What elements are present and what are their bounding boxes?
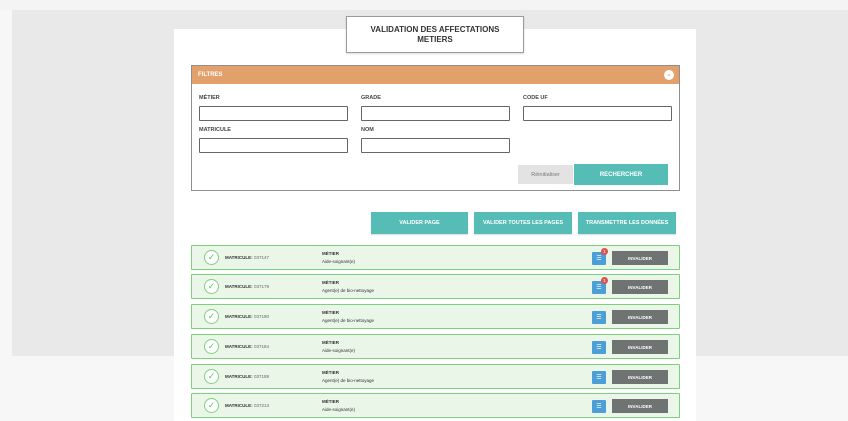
invalidate-button[interactable]: INVALIDER [612,280,668,294]
metier-value: Agent(e) de bio-nettoyage [322,318,375,323]
metier-value: Aide-soignant(e) [322,348,356,353]
top-band [0,0,848,10]
validate-page-button[interactable]: VALIDER PAGE [371,212,468,234]
list-item: ✓ MATRICULE: 037180 MÉTIER Agent(e) de b… [191,304,680,329]
list-item: ✓ MATRICULE: 037213 MÉTIER Aide-soignant… [191,393,680,418]
comment-icon[interactable]: ☰ [592,341,606,354]
matricule-input[interactable] [199,138,348,153]
check-circle-icon: ✓ [204,398,219,413]
grade-label: GRADE [361,95,381,101]
page-title: VALIDATION DES AFFECTATIONS METIERS [346,16,524,53]
matricule-label: MATRICULE: [225,314,253,319]
matricule-value: 037180 [253,314,269,319]
metier-label: MÉTIER [322,280,340,285]
check-circle-icon: ✓ [204,250,219,265]
matricule-value: 037189 [253,374,269,379]
grade-input[interactable] [361,106,510,121]
comment-icon[interactable]: ☰ [592,311,606,324]
comment-icon[interactable]: ☰ [592,371,606,384]
filters-title: FILTRES [198,72,223,78]
matricule-value: 037147 [253,255,269,260]
metier-label: MÉTIER [322,310,340,315]
matricule-label: MATRICULE: [225,344,253,349]
search-button[interactable]: RECHERCHER [574,164,668,185]
matricule-value: 037213 [253,403,269,408]
metier-value: Agent(e) de bio-nettoyage [322,288,375,293]
notification-badge: 1 [601,277,608,284]
nom-input[interactable] [361,138,510,153]
nom-label: NOM [361,127,374,133]
list-item: ✓ MATRICULE: 037147 MÉTIER Aide-soignant… [191,245,680,270]
notification-badge: 1 [601,248,608,255]
filters-header[interactable]: FILTRES ⌄ [192,66,679,84]
metier-label: MÉTIER [322,370,340,375]
metier-label: MÉTIER [199,95,220,101]
matricule-label: MATRICULE: [225,403,253,408]
metier-value: Agent(e) de bio-nettoyage [322,378,375,383]
metier-label: MÉTIER [322,340,340,345]
page-title-line1: VALIDATION DES AFFECTATIONS [370,24,500,34]
list-item: ✓ MATRICULE: 037179 MÉTIER Agent(e) de b… [191,274,680,299]
matricule-value: 037179 [253,284,269,289]
matricule-value: 037184 [253,344,269,349]
invalidate-button[interactable]: INVALIDER [612,340,668,354]
matricule-label: MATRICULE: [225,374,253,379]
check-circle-icon: ✓ [204,339,219,354]
list-item: ✓ MATRICULE: 037184 MÉTIER Aide-soignant… [191,334,680,359]
reset-button[interactable]: Réinitialiser [518,165,573,184]
metier-value: Aide-soignant(e) [322,407,356,412]
transmit-data-button[interactable]: TRANSMETTRE LES DONNÉES [578,212,676,234]
matricule-label: MATRICULE: [225,255,253,260]
code-uf-label: CODE UF [523,95,548,101]
metier-value: Aide-soignant(e) [322,259,356,264]
matricule-label: MATRICULE: [225,284,253,289]
invalidate-button[interactable]: INVALIDER [612,370,668,384]
chevron-down-icon[interactable]: ⌄ [664,70,674,80]
invalidate-button[interactable]: INVALIDER [612,251,668,265]
validate-all-pages-button[interactable]: VALIDER TOUTES LES PAGES [474,212,572,234]
list-item: ✓ MATRICULE: 037189 MÉTIER Agent(e) de b… [191,364,680,389]
check-circle-icon: ✓ [204,369,219,384]
metier-input[interactable] [199,106,348,121]
check-circle-icon: ✓ [204,309,219,324]
comment-icon[interactable]: ☰ [592,400,606,413]
code-uf-input[interactable] [523,106,672,121]
invalidate-button[interactable]: INVALIDER [612,310,668,324]
matricule-label: MATRICULE [199,127,231,133]
page-title-line2: METIERS [417,34,453,44]
metier-label: MÉTIER [322,399,340,404]
filters-panel: FILTRES ⌄ MÉTIER GRADE CODE UF MATRICULE… [191,65,680,191]
check-circle-icon: ✓ [204,279,219,294]
metier-label: MÉTIER [322,251,340,256]
invalidate-button[interactable]: INVALIDER [612,399,668,413]
